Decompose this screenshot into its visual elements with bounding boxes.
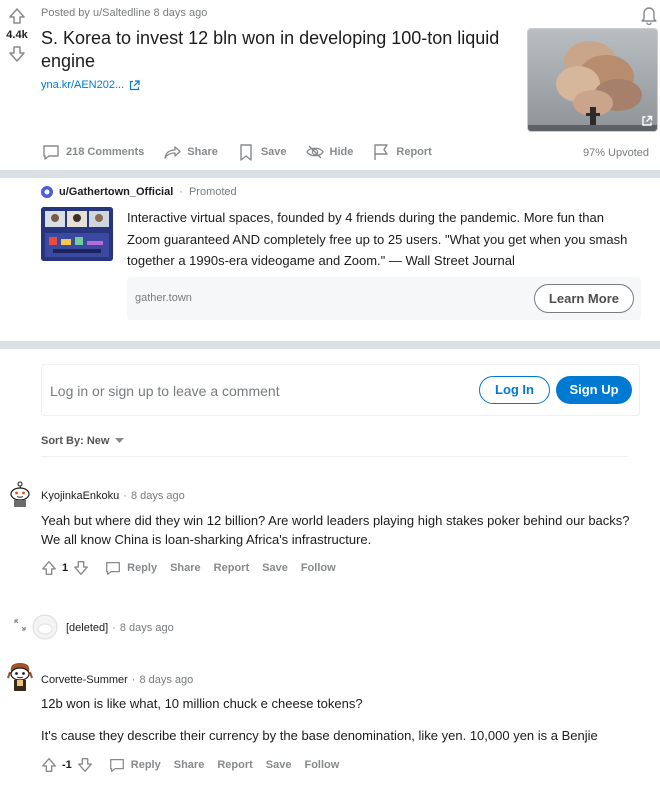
external-link-icon [641, 115, 653, 127]
post-action-bar: 218 Comments Share Save Hide Report [41, 142, 450, 162]
promoted-separator: · [179, 186, 183, 198]
comment-time[interactable]: 8 days ago [131, 490, 185, 502]
comment-body: Yeah but where did they win 12 billion? … [41, 513, 630, 547]
comment-action-bar: -1 Reply Share Report Save Follow [40, 756, 352, 774]
bell-icon[interactable] [640, 5, 658, 25]
comment-author: [deleted] [66, 622, 109, 634]
downvote-icon[interactable] [76, 756, 94, 774]
share-icon [162, 142, 182, 162]
follow-button[interactable]: Follow [304, 759, 339, 771]
hide-label: Hide [329, 146, 354, 158]
reply-button[interactable]: Reply [131, 759, 161, 771]
meta-separator: · [123, 490, 127, 502]
comment-score: 1 [62, 562, 69, 574]
comment-score: -1 [62, 759, 72, 771]
downvote-icon[interactable] [7, 44, 27, 64]
external-link-icon [129, 79, 140, 91]
report-button[interactable]: Report [214, 562, 249, 574]
comment-author[interactable]: Corvette-Summer [41, 674, 128, 686]
comment-icon[interactable] [108, 756, 126, 774]
meta-separator: · [112, 622, 116, 634]
bookmark-icon [236, 142, 256, 162]
learn-more-button[interactable]: Learn More [533, 284, 634, 313]
report-label: Report [396, 146, 432, 158]
section-divider [0, 341, 660, 349]
comment-body: 12b won is like what, 10 million chuck e… [41, 696, 363, 711]
post-vote-count: 4.4k [6, 29, 28, 41]
comment-author[interactable]: KyojinkaEnkoku [41, 490, 119, 502]
post-link-text[interactable]: yna.kr/AEN202... [41, 79, 124, 91]
section-divider [0, 170, 660, 178]
promoted-user[interactable]: u/Gathertown_Official [59, 186, 173, 198]
share-label: Share [187, 146, 218, 158]
sort-dropdown[interactable]: Sort By: New [41, 435, 125, 447]
reply-button[interactable]: Reply [127, 562, 157, 574]
comment-meta: KyojinkaEnkoku · 8 days ago [41, 490, 185, 502]
meta-separator: · [131, 674, 136, 686]
save-button[interactable]: Save [266, 759, 292, 771]
post-link[interactable]: yna.kr/AEN202... [41, 79, 140, 91]
comment-time[interactable]: 8 days ago [139, 674, 193, 686]
promoted-tag: Promoted [188, 186, 237, 198]
caret-down-icon [115, 438, 125, 444]
post-title[interactable]: S. Korea to invest 12 bln won in develop… [41, 27, 511, 73]
save-button[interactable]: Save [236, 142, 287, 162]
post-vote-column: 4.4k [4, 6, 30, 64]
avatar [32, 614, 58, 640]
flag-icon [371, 142, 391, 162]
comment-body: It's cause they describe their currency … [41, 728, 598, 743]
comment-icon [41, 142, 61, 162]
hide-button[interactable]: Hide [305, 142, 354, 162]
sort-label: Sort By: New [41, 435, 110, 447]
promoted-domain[interactable]: gather.town [135, 292, 192, 304]
promoted-header: u/Gathertown_Official · Promoted [41, 186, 237, 198]
comment-meta: Corvette-Summer · 8 days ago [41, 674, 193, 686]
share-button[interactable]: Share [162, 142, 218, 162]
downvote-icon[interactable] [72, 559, 90, 577]
eye-slash-icon [305, 142, 325, 162]
promoted-thumbnail[interactable] [41, 207, 113, 261]
report-button[interactable]: Report [217, 759, 252, 771]
avatar[interactable] [8, 480, 32, 508]
report-button[interactable]: Report [371, 142, 432, 162]
post-thumbnail[interactable] [527, 28, 658, 132]
comment-login-prompt: Log in or sign up to leave a comment Log… [41, 364, 640, 416]
upvote-icon[interactable] [40, 756, 58, 774]
promoted-text[interactable]: Interactive virtual spaces, founded by 4… [127, 207, 637, 272]
share-button[interactable]: Share [170, 562, 201, 574]
promoted-cta-bar[interactable]: gather.town Learn More [127, 277, 641, 320]
sign-up-button[interactable]: Sign Up [556, 376, 632, 404]
comment-time[interactable]: 8 days ago [120, 622, 174, 634]
log-in-button[interactable]: Log In [479, 376, 550, 404]
comment-meta: [deleted] · 8 days ago [66, 622, 174, 634]
save-label: Save [260, 146, 287, 158]
upvote-icon[interactable] [7, 6, 27, 26]
comments-label: 218 Comments [66, 146, 145, 158]
share-button[interactable]: Share [174, 759, 205, 771]
login-prompt-text: Log in or sign up to leave a comment [50, 383, 280, 399]
expand-icon[interactable] [14, 619, 26, 631]
post-author-line[interactable]: Posted by u/Saltedline 8 days ago [41, 7, 207, 19]
comment-action-bar: 1 Reply Share Report Save Follow [40, 559, 349, 577]
upvote-icon[interactable] [40, 559, 58, 577]
save-button[interactable]: Save [262, 562, 288, 574]
comments-button[interactable]: 218 Comments [41, 142, 144, 162]
avatar[interactable] [7, 660, 33, 692]
comment-icon[interactable] [104, 559, 122, 577]
gathertown-logo-icon [41, 186, 53, 198]
upvote-ratio: 97% Upvoted [582, 147, 649, 159]
sort-divider [41, 456, 628, 457]
follow-button[interactable]: Follow [301, 562, 336, 574]
post-card: 4.4k Posted by u/Saltedline 8 days ago S… [0, 0, 660, 172]
